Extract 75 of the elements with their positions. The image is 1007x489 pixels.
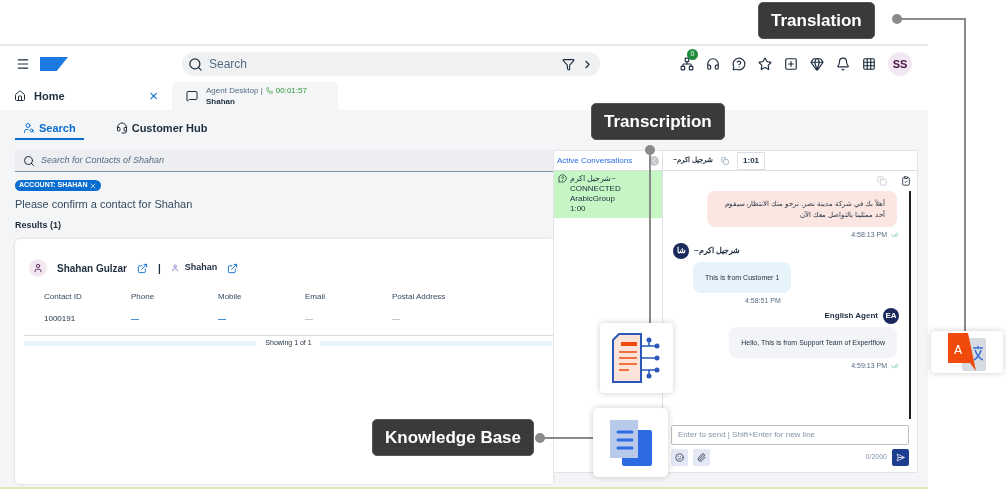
attach-button[interactable] bbox=[693, 449, 710, 466]
column-header: Mobile bbox=[218, 291, 243, 303]
documents-icon bbox=[607, 417, 654, 468]
send-button[interactable] bbox=[892, 449, 909, 466]
duration: 1:00 bbox=[570, 204, 587, 214]
add-panel-icon[interactable] bbox=[784, 57, 798, 71]
phone-chat-icon bbox=[558, 174, 567, 183]
app-tab[interactable]: Agent Desktop | 00:01:57 Shahan bbox=[172, 82, 338, 110]
diamond-icon[interactable] bbox=[810, 57, 824, 71]
paperclip-icon bbox=[697, 453, 706, 462]
star-icon[interactable] bbox=[758, 57, 772, 71]
user-search-icon bbox=[23, 122, 35, 134]
field-value: — bbox=[305, 313, 314, 325]
search-icon bbox=[23, 154, 35, 167]
contact-search-field[interactable]: Search for Contacts of Shahan bbox=[15, 150, 553, 172]
contact-name: Shahan Gulzar bbox=[57, 261, 127, 276]
callout-label: Knowledge Base bbox=[372, 419, 535, 456]
call-timer: 00:01:57 bbox=[275, 85, 307, 96]
emoji-icon bbox=[675, 453, 684, 462]
field-link[interactable]: — bbox=[218, 313, 305, 325]
column-header: Postal Address bbox=[392, 291, 447, 303]
open-link-icon[interactable] bbox=[227, 262, 239, 274]
send-icon bbox=[896, 453, 905, 462]
account-name: Shahan bbox=[184, 261, 218, 275]
emoji-button[interactable] bbox=[671, 449, 688, 466]
tab-label: Home bbox=[34, 88, 66, 104]
clipboard-icon[interactable] bbox=[901, 176, 911, 186]
bell-icon[interactable] bbox=[836, 57, 850, 71]
tab-subtitle: Shahan bbox=[206, 96, 236, 107]
sender-name: English Agent bbox=[824, 310, 878, 322]
collapse-icon[interactable] bbox=[649, 155, 659, 166]
search-field[interactable]: Search bbox=[182, 52, 600, 76]
column-header: Phone bbox=[131, 291, 156, 303]
column-header: Email bbox=[305, 291, 326, 303]
user-avatar[interactable]: SS bbox=[888, 52, 912, 76]
results-label: Results (1) bbox=[15, 218, 62, 232]
field-link[interactable]: — bbox=[131, 313, 218, 325]
prompt-text: Please confirm a contact for Shahan bbox=[15, 197, 194, 212]
panel-title: Active Conversations bbox=[557, 154, 633, 167]
home-icon bbox=[14, 90, 26, 102]
search-icon bbox=[188, 56, 203, 72]
page-tab[interactable]: Search bbox=[15, 118, 84, 140]
phone-icon bbox=[265, 87, 273, 94]
sender-name: ~شرجيل اكرم bbox=[694, 244, 740, 257]
close-icon bbox=[89, 181, 98, 190]
page-tab[interactable]: Customer Hub bbox=[107, 118, 216, 140]
account-icon bbox=[170, 264, 179, 272]
field-value: — bbox=[392, 313, 401, 325]
leader-line bbox=[535, 433, 594, 443]
apps-icon[interactable] bbox=[862, 57, 876, 71]
status-text: CONNECTED bbox=[570, 184, 621, 194]
separator: | bbox=[158, 261, 161, 276]
message-input[interactable]: Enter to send | Shift+Enter for new line bbox=[671, 425, 909, 445]
queue-name: ArabicGroup bbox=[570, 194, 616, 204]
contact-name: شرجيل اكرم~ bbox=[570, 174, 617, 184]
close-tab-button[interactable]: × bbox=[149, 84, 158, 108]
headset-icon bbox=[115, 122, 128, 134]
contact-avatar bbox=[29, 259, 47, 277]
field-value: 1000191 bbox=[44, 313, 77, 325]
callout-label: Translation bbox=[758, 2, 875, 39]
callout-label: Transcription bbox=[591, 103, 725, 140]
chat-timer: 1:01 bbox=[737, 151, 766, 170]
double-check-icon bbox=[891, 231, 899, 240]
open-link-icon[interactable] bbox=[137, 262, 148, 274]
menu-icon[interactable] bbox=[16, 57, 30, 71]
tab-label: Agent Desktop | bbox=[206, 85, 263, 96]
sender-avatar: EA bbox=[883, 308, 899, 324]
column-header: Contact ID bbox=[44, 291, 83, 303]
chat-icon bbox=[186, 90, 198, 102]
double-check-icon bbox=[891, 362, 899, 371]
connector-icon[interactable] bbox=[680, 57, 694, 71]
chat-icon[interactable] bbox=[732, 57, 746, 71]
sender-avatar: شا bbox=[673, 242, 689, 259]
headset-icon[interactable] bbox=[706, 57, 720, 71]
filter-icon[interactable] bbox=[562, 57, 575, 71]
